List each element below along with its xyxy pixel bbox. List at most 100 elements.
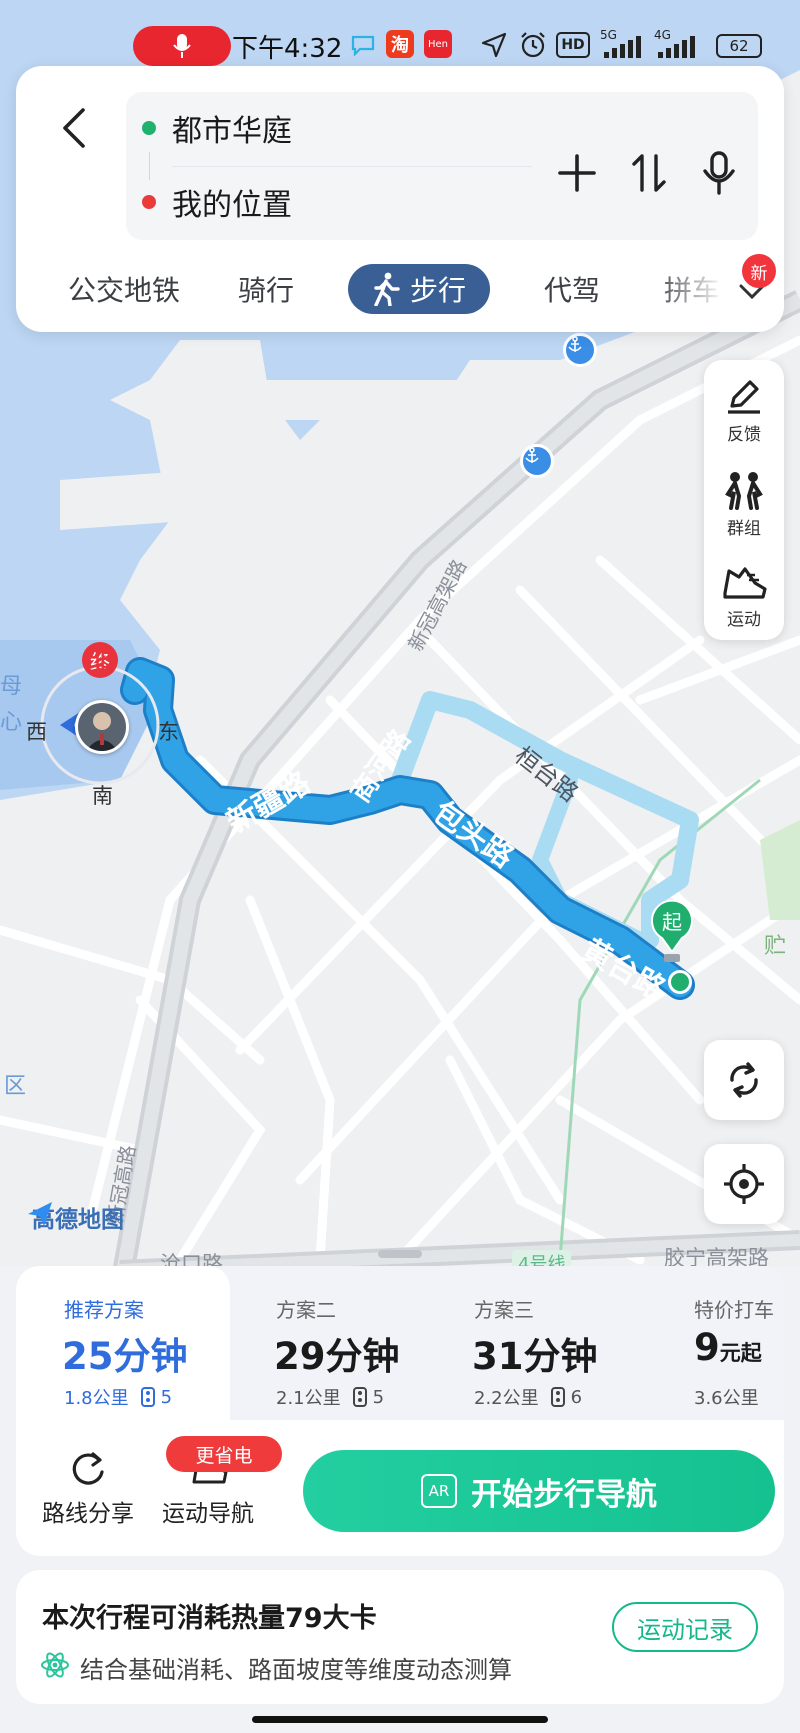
- chat-bubble-icon: [350, 30, 376, 60]
- signal-4g-icon: 4G: [654, 28, 704, 60]
- route-plans-card: 推荐方案 25分钟 1.8公里 5 方案二 29分钟 2.1公里 5 方案三 3…: [16, 1266, 784, 1556]
- group-button[interactable]: 群组: [704, 458, 784, 550]
- plan-title: 方案二: [276, 1298, 336, 1322]
- compass-east: 东: [158, 720, 179, 744]
- plan-title: 推荐方案: [64, 1298, 144, 1322]
- sport-record-button[interactable]: 运动记录: [612, 1602, 758, 1652]
- traffic-light-icon: [140, 1387, 155, 1407]
- amap-logo: 高德地图: [26, 1200, 124, 1234]
- tab-walking-label: 步行: [409, 274, 466, 307]
- plan-time: 31: [472, 1335, 524, 1378]
- destination-dot-icon: [142, 121, 156, 135]
- home-indicator[interactable]: [252, 1716, 548, 1723]
- plan-unit: 分钟: [325, 1335, 400, 1378]
- chevron-left-icon: [63, 108, 85, 148]
- group-icon: [725, 471, 763, 510]
- origin-dot-icon: [142, 195, 156, 209]
- feedback-label: 反馈: [727, 424, 761, 445]
- plan-time: 25: [62, 1335, 114, 1378]
- tab-designated-driver[interactable]: 代驾: [540, 264, 604, 314]
- route-search-card: 都市华庭 我的位置 公交地铁 骑行 步行 代驾 拼车: [16, 66, 784, 332]
- compass-west: 西: [26, 720, 47, 744]
- pencil-icon: [728, 379, 760, 414]
- voice-input-button[interactable]: [692, 146, 746, 200]
- sheet-drag-handle[interactable]: [378, 1250, 422, 1258]
- start-marker[interactable]: 起: [650, 900, 694, 952]
- plan-time: 29: [274, 1335, 326, 1378]
- taobao-icon: 淘: [386, 30, 414, 58]
- ar-icon: AR: [421, 1474, 457, 1508]
- tab-transit[interactable]: 公交地铁: [60, 264, 188, 314]
- calorie-subtitle: 结合基础消耗、路面坡度等维度动态测算: [80, 1656, 512, 1684]
- alarm-icon: [518, 30, 548, 60]
- share-arrow-icon: [72, 1452, 104, 1485]
- recording-pill[interactable]: [133, 26, 231, 66]
- location-arrow-icon: [480, 30, 508, 60]
- sport-nav-label: 运动导航: [162, 1501, 254, 1527]
- plan-lights: 5: [160, 1386, 173, 1408]
- plan-distance: 2.1公里: [276, 1388, 341, 1409]
- tab-cycling[interactable]: 骑行: [234, 264, 298, 314]
- map-side-tools: 反馈 群组 运动: [704, 360, 784, 640]
- calorie-card: 本次行程可消耗热量79大卡 结合基础消耗、路面坡度等维度动态测算 运动记录: [16, 1570, 784, 1704]
- anchor-poi-icon[interactable]: [563, 333, 597, 367]
- microphone-icon: [703, 151, 735, 195]
- destination-field[interactable]: 都市华庭: [126, 98, 292, 158]
- plus-icon: [558, 154, 596, 192]
- power-saving-badge: 更省电: [166, 1436, 282, 1472]
- compass-south: 南: [92, 784, 113, 808]
- plan-lights: 5: [372, 1386, 385, 1408]
- calorie-title: 本次行程可消耗热量79大卡: [42, 1603, 377, 1634]
- route-bottom-sheet: 推荐方案 25分钟 1.8公里 5 方案二 29分钟 2.1公里 5 方案三 3…: [0, 1266, 800, 1733]
- plan-distance: 1.8公里: [64, 1388, 129, 1409]
- locate-me-button[interactable]: [704, 1144, 784, 1224]
- add-waypoint-button[interactable]: [550, 146, 604, 200]
- feedback-button[interactable]: 反馈: [704, 364, 784, 456]
- plan-recommended[interactable]: 推荐方案 25分钟 1.8公里 5: [16, 1266, 230, 1420]
- amap-logo-icon: [28, 1202, 52, 1226]
- destination-text: 都市华庭: [172, 114, 292, 149]
- hd-icon: HD: [556, 32, 590, 58]
- group-label: 群组: [727, 518, 761, 539]
- plan-taxi-deal[interactable]: 特价打车 9元起 3.6公里: [624, 1266, 784, 1420]
- plan-unit: 元起: [719, 1341, 762, 1365]
- destination-dot: [668, 970, 692, 994]
- start-navigation-label: 开始步行导航: [471, 1476, 657, 1513]
- swap-icon: [632, 154, 666, 192]
- running-shoe-icon: [723, 566, 767, 599]
- mic-icon: [173, 34, 191, 58]
- route-share-button[interactable]: 路线分享: [42, 1450, 134, 1528]
- plan-distance: 3.6公里: [694, 1388, 759, 1409]
- edge-label-zhu: 贮: [764, 934, 787, 959]
- red-app-icon: Hen: [424, 30, 452, 58]
- refresh-route-button[interactable]: [704, 1040, 784, 1120]
- route-endpoints: 都市华庭 我的位置: [126, 92, 758, 240]
- plan-two[interactable]: 方案二 29分钟 2.1公里 5: [230, 1266, 426, 1420]
- compass-north: 北: [90, 650, 111, 674]
- signal-4g-label: 4G: [654, 28, 671, 42]
- walking-person-icon: [374, 272, 400, 306]
- tab-walking[interactable]: 步行: [348, 264, 490, 314]
- atom-icon: [41, 1652, 69, 1678]
- plan-title: 特价打车: [694, 1298, 774, 1322]
- user-avatar[interactable]: [75, 700, 129, 754]
- swap-route-button[interactable]: [622, 146, 676, 200]
- signal-5g-label: 5G: [600, 28, 617, 42]
- traffic-light-icon: [550, 1387, 565, 1407]
- plan-unit: 分钟: [113, 1335, 188, 1378]
- edge-label-mu: 母: [0, 674, 23, 699]
- start-walking-navigation-button[interactable]: AR 开始步行导航: [303, 1450, 775, 1532]
- plan-title: 方案三: [474, 1298, 534, 1322]
- endpoint-divider: [172, 166, 532, 167]
- back-button[interactable]: [46, 96, 102, 160]
- anchor-poi-icon[interactable]: [520, 444, 554, 478]
- sport-button[interactable]: 运动: [704, 550, 784, 642]
- plan-time: 9: [694, 1326, 720, 1369]
- plan-three[interactable]: 方案三 31分钟 2.2公里 6: [426, 1266, 624, 1420]
- start-marker-base: [664, 954, 680, 962]
- plan-lights: 6: [570, 1386, 583, 1408]
- plan-distance: 2.2公里: [474, 1388, 539, 1409]
- origin-field[interactable]: 我的位置: [126, 172, 292, 232]
- battery-icon: 62: [716, 34, 762, 58]
- crosshair-icon: [724, 1164, 764, 1204]
